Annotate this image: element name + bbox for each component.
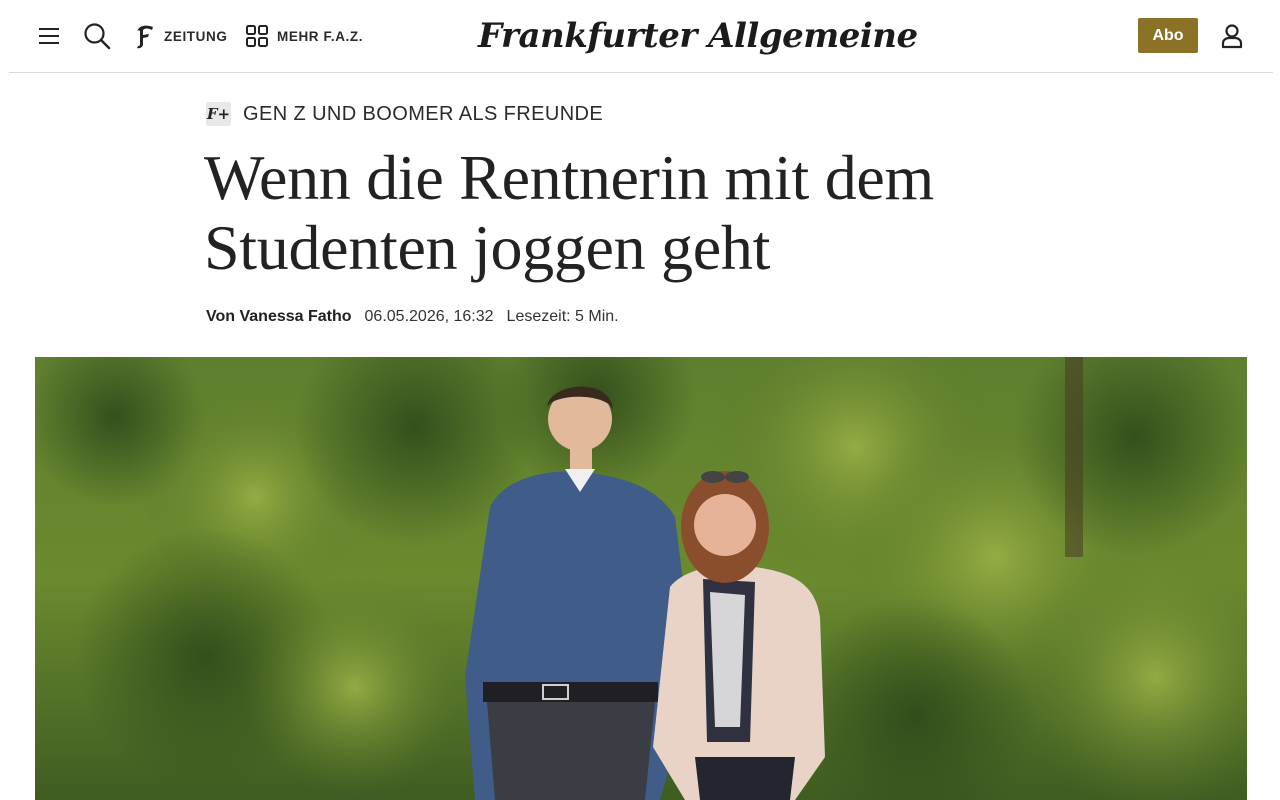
search-button[interactable] — [82, 21, 112, 51]
abo-button[interactable]: Abo — [1138, 18, 1198, 53]
faz-logo[interactable]: Frankfurter Allgemeine — [478, 12, 918, 60]
zeitung-link[interactable]: ZEITUNG — [134, 22, 227, 50]
hamburger-icon — [39, 28, 59, 44]
reading-time: Lesezeit: 5 Min. — [506, 308, 619, 325]
article-kicker: GEN Z UND BOOMER ALS FREUNDE — [243, 102, 604, 125]
kicker-row: F+ GEN Z UND BOOMER ALS FREUNDE — [206, 101, 603, 127]
article-hero-image — [35, 357, 1247, 800]
menu-button[interactable] — [37, 24, 63, 48]
header-divider — [9, 72, 1273, 73]
fplus-badge: F+ — [206, 102, 231, 126]
mehr-faz-label: MEHR F.A.Z. — [277, 28, 364, 44]
top-navigation: ZEITUNG MEHR F.A.Z. Frankfurter Allgemei… — [0, 0, 1280, 72]
headline-line-1: Wenn die Rentnerin mit dem — [204, 142, 934, 213]
user-icon — [1221, 24, 1243, 49]
article-meta: Von Vanessa Fatho 06.05.2026, 16:32 Lese… — [206, 306, 619, 328]
search-icon — [84, 23, 111, 50]
hero-photo — [35, 357, 1247, 800]
mehr-faz-link[interactable]: MEHR F.A.Z. — [245, 22, 363, 50]
zeitung-label: ZEITUNG — [164, 28, 228, 44]
grid-icon — [246, 25, 268, 47]
headline-line-2: Studenten joggen geht — [204, 212, 771, 283]
faz-f-icon — [137, 25, 153, 49]
user-account-button[interactable] — [1218, 22, 1246, 50]
publish-date: 06.05.2026, 16:32 — [364, 308, 494, 325]
author-link[interactable]: Von Vanessa Fatho — [206, 308, 352, 326]
article-headline: Wenn die Rentnerin mit dem Studenten jog… — [204, 143, 1104, 283]
